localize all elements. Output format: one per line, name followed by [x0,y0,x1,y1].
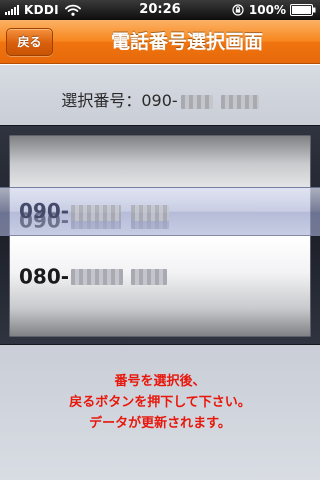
instructions-panel: 番号を選択後、 戻るボタンを押下して下さい。 データが更新されます。 [0,345,320,480]
instructions-text: 番号を選択後、 戻るボタンを押下して下さい。 データが更新されます。 [0,371,320,434]
redacted-digits [131,268,168,285]
status-bar: KDDI 20:26 100% [0,0,320,20]
redacted-digits [220,94,259,109]
battery-percent: 100% [248,3,286,17]
navigation-bar: 戻る 電話番号選択画面 [0,20,320,64]
selected-number-label: 選択番号： [61,91,142,110]
selected-number-prefix: 090- [141,91,178,110]
number-picker[interactable]: 090- 080- [0,125,320,345]
instruction-line: データが更新されます。 [89,416,231,431]
picker-row-prefix: 080- [19,264,70,289]
redacted-digits [71,212,122,229]
selected-number-line: 選択番号：090- [0,87,320,111]
back-button[interactable]: 戻る [6,28,53,56]
status-bar-right: 100% [232,0,316,20]
picker-row[interactable]: 090- [9,197,311,241]
redacted-digits [71,268,124,285]
redacted-digits [131,212,170,229]
picker-row-prefix: 090- [19,208,70,233]
orientation-lock-icon [232,4,244,16]
picker-wheel[interactable]: 090- 080- [9,135,311,337]
battery-icon [290,4,316,16]
picker-row[interactable]: 080- [9,253,311,297]
instruction-line: 戻るボタンを押下して下さい。 [69,395,251,410]
page-title: 電話番号選択画面 [110,31,263,53]
selected-number-panel: 選択番号：090- [0,65,320,125]
instruction-line: 番号を選択後、 [114,374,206,389]
redacted-digits [180,94,213,109]
